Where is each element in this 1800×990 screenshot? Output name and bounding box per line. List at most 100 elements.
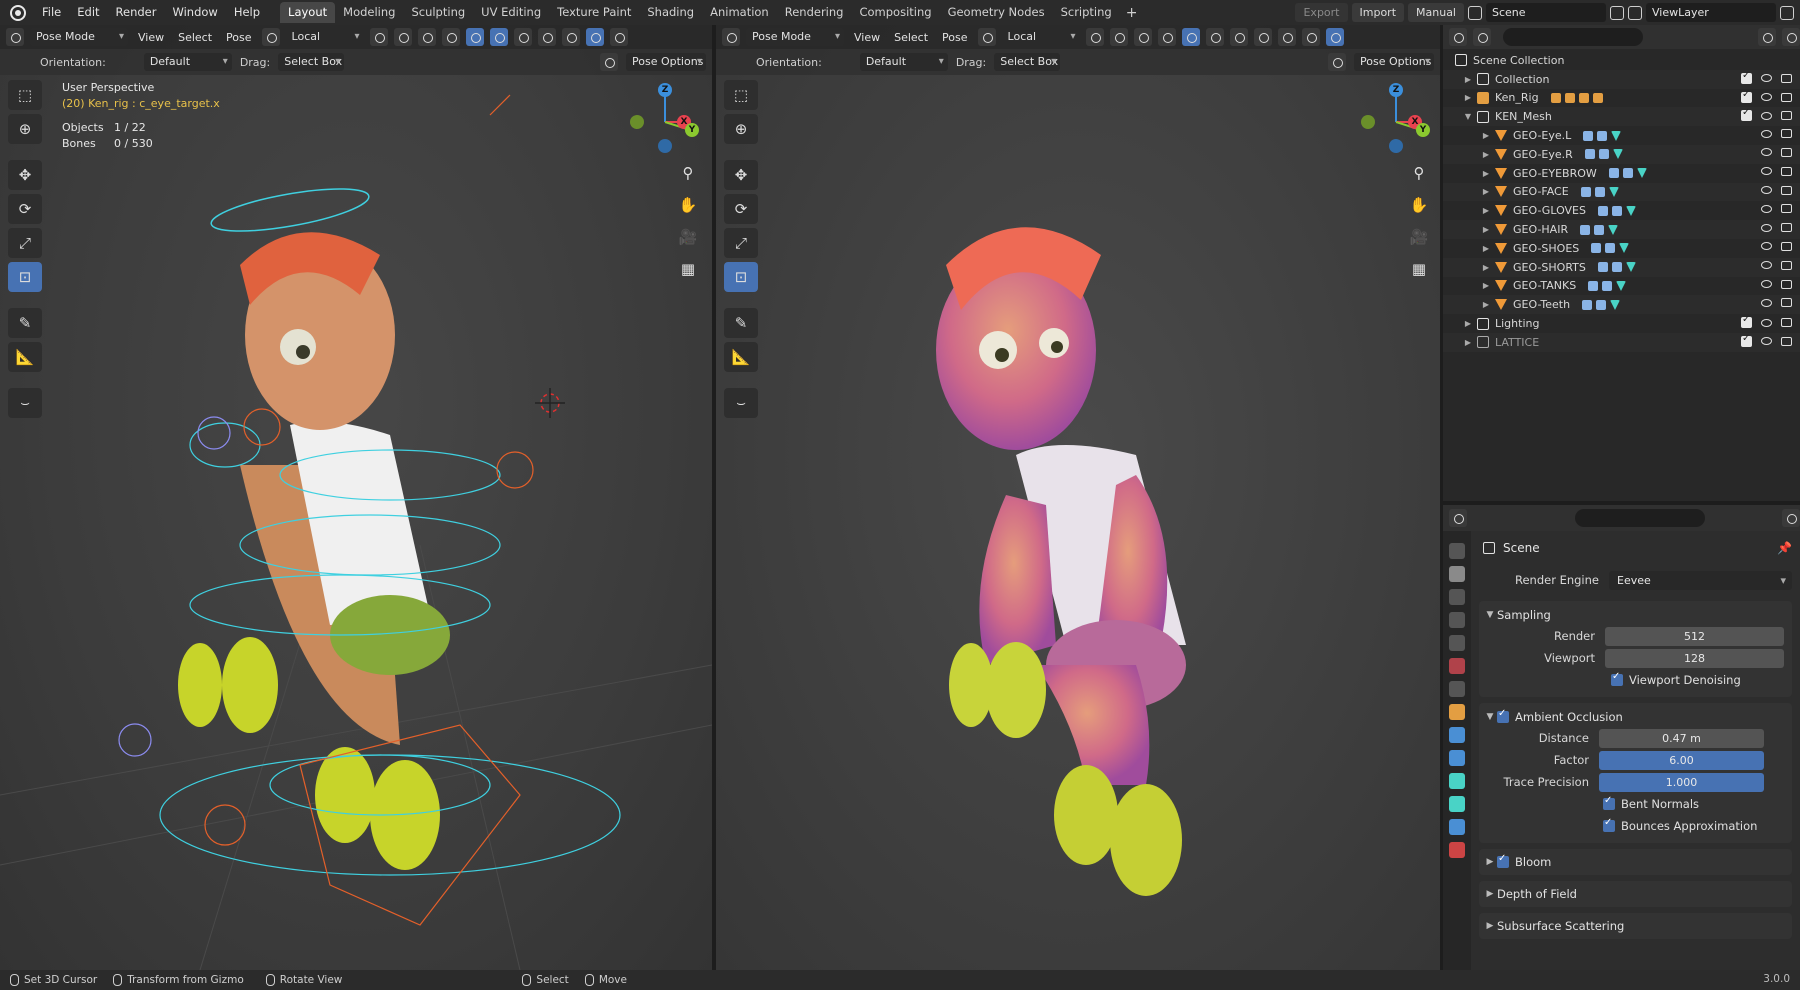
view-layer-field[interactable]: ViewLayer (1646, 3, 1776, 22)
outliner-row[interactable]: ▶ GEO-TANKS (1443, 277, 1800, 296)
mod-vertex-group-icon[interactable] (1622, 168, 1633, 179)
ao-panel-header[interactable]: ▼ Ambient Occlusion (1483, 707, 1784, 727)
tab-sculpting[interactable]: Sculpting (403, 2, 473, 23)
viewport-rig[interactable]: Pose Mode View Select Pose Local Orienta… (0, 25, 712, 970)
disclosure-closed-icon[interactable]: ▶ (1463, 338, 1473, 347)
render-samples-field[interactable]: 512 (1605, 626, 1784, 646)
ao-enable-checkbox[interactable] (1497, 708, 1509, 723)
disclosure-closed-icon[interactable]: ▶ (1463, 319, 1473, 328)
measure-tool[interactable]: 📐 (8, 342, 42, 372)
pin-icon[interactable]: 📌 (1777, 541, 1792, 555)
sampling-panel-header[interactable]: ▼ Sampling (1483, 605, 1784, 625)
tab-modeling[interactable]: Modeling (335, 2, 403, 23)
render-camera-icon[interactable] (1781, 204, 1792, 214)
new-collection-icon[interactable] (1782, 28, 1800, 46)
tab-uv-editing[interactable]: UV Editing (473, 2, 549, 23)
render-camera-icon[interactable] (1781, 73, 1792, 83)
render-camera-icon[interactable] (1781, 318, 1792, 328)
dof-panel[interactable]: ▶ Depth of Field (1479, 881, 1792, 907)
mod-vertex-group-icon[interactable] (1612, 205, 1622, 216)
outliner-row[interactable]: ▶ GEO-SHOES (1443, 239, 1800, 258)
outliner-row[interactable]: ▶ Lighting (1443, 314, 1800, 333)
mod-mesh-data-icon[interactable] (1619, 243, 1630, 254)
scene-copy-icon[interactable] (1610, 5, 1624, 20)
blender-logo-icon[interactable] (10, 4, 26, 21)
gizmo-neg-y-axis[interactable] (1361, 115, 1375, 129)
mod-vertex-group-icon[interactable] (1605, 243, 1616, 254)
gizmo-z-axis[interactable]: Z (1389, 83, 1403, 97)
exclude-checkbox[interactable] (1741, 107, 1752, 122)
bloom-panel[interactable]: ▶ Bloom (1479, 849, 1792, 875)
vertex-group-icon[interactable] (1592, 92, 1603, 103)
mod-wrench-icon[interactable] (1598, 205, 1608, 216)
mod-vertex-group-icon[interactable] (1602, 280, 1613, 291)
outliner-search-input[interactable] (1503, 28, 1643, 46)
tab-texture-paint[interactable]: Texture Paint (549, 2, 639, 23)
mod-wrench-icon[interactable] (1584, 149, 1595, 160)
eye-icon[interactable] (1761, 337, 1772, 346)
tab-rendering[interactable]: Rendering (777, 2, 852, 23)
select-box-tool[interactable]: ⬚ (8, 80, 42, 110)
menu-window[interactable]: Window (164, 0, 225, 25)
eye-icon[interactable] (1761, 111, 1772, 120)
render-camera-icon[interactable] (1781, 129, 1792, 139)
move-tool[interactable]: ✥ (724, 160, 758, 190)
move-tool[interactable]: ✥ (8, 160, 42, 190)
manual-button[interactable]: Manual (1408, 3, 1464, 22)
tool-tab-icon[interactable] (1449, 543, 1465, 559)
bent-normals-row[interactable]: Bent Normals (1483, 793, 1784, 815)
export-button[interactable]: Export (1295, 3, 1348, 22)
curve-tool[interactable]: ⌣ (724, 388, 758, 418)
mod-mesh-data-icon[interactable] (1611, 130, 1622, 141)
constraint-tab-icon[interactable] (1449, 773, 1465, 789)
gizmo-z-axis[interactable]: Z (658, 83, 672, 97)
add-workspace-button[interactable]: + (1120, 5, 1144, 21)
render-camera-icon[interactable] (1781, 298, 1792, 308)
disclosure-closed-icon[interactable]: ▶ (1481, 169, 1491, 178)
navigation-gizmo[interactable]: Z X Y (625, 77, 705, 157)
disclosure-closed-icon[interactable]: ▶ (1481, 300, 1491, 309)
outliner-row[interactable]: ▶ GEO-FACE (1443, 182, 1800, 202)
select-box-tool[interactable]: ⬚ (724, 80, 758, 110)
collection-tab-icon[interactable] (1449, 681, 1465, 697)
gizmo-neg-y-axis[interactable] (630, 115, 644, 129)
viewport-denoising-row[interactable]: Viewport Denoising (1483, 669, 1784, 691)
outliner-row[interactable]: ▶ GEO-EYEBROW (1443, 164, 1800, 183)
camera-view-icon[interactable]: 🎥 (675, 224, 701, 250)
outliner-row[interactable]: ▶ LATTICE (1443, 332, 1800, 352)
pose-icon[interactable] (1564, 92, 1575, 103)
viewport-samples-field[interactable]: 128 (1605, 648, 1784, 668)
mod-mesh-data-icon[interactable] (1636, 168, 1647, 179)
disclosure-closed-icon[interactable]: ▶ (1481, 225, 1491, 234)
render-camera-icon[interactable] (1781, 279, 1792, 289)
render-camera-icon[interactable] (1781, 111, 1792, 121)
mod-mesh-data-icon[interactable] (1608, 186, 1619, 197)
disclosure-closed-icon[interactable]: ▶ (1463, 93, 1473, 102)
outliner-row[interactable]: ▶ GEO-SHORTS (1443, 257, 1800, 277)
eye-icon[interactable] (1761, 242, 1772, 251)
outliner-row[interactable]: ▶ Ken_Rig (1443, 89, 1800, 108)
modifier-tab-icon[interactable] (1449, 727, 1465, 743)
eye-icon[interactable] (1761, 298, 1772, 307)
camera-view-icon[interactable]: 🎥 (1406, 224, 1432, 250)
scale-tool[interactable]: ⤢ (8, 228, 42, 258)
disclosure-closed-icon[interactable]: ▶ (1481, 244, 1491, 253)
bone-group-icon[interactable] (1550, 92, 1561, 103)
texture-tab-icon[interactable] (1449, 842, 1465, 858)
eye-icon[interactable] (1761, 223, 1772, 232)
gizmo-y-axis[interactable]: Y (685, 123, 699, 137)
tab-layout[interactable]: Layout (280, 2, 336, 23)
outliner-row[interactable]: ▶ GEO-Eye.R (1443, 144, 1800, 164)
import-button[interactable]: Import (1351, 3, 1405, 22)
rotate-tool[interactable]: ⟳ (8, 194, 42, 224)
disclosure-closed-icon[interactable]: ▶ (1463, 75, 1473, 84)
mod-vertex-group-icon[interactable] (1594, 224, 1605, 235)
exclude-checkbox[interactable] (1741, 89, 1752, 103)
ao-factor-slider[interactable]: 6.00 (1599, 750, 1764, 770)
physics-tab-icon[interactable] (1449, 750, 1465, 766)
rotate-tool[interactable]: ⟳ (724, 194, 758, 224)
armature-data-icon[interactable] (1578, 92, 1589, 103)
mod-vertex-group-icon[interactable] (1611, 262, 1622, 273)
render-camera-icon[interactable] (1781, 336, 1792, 346)
view-layer-copy-icon[interactable] (1780, 5, 1794, 20)
